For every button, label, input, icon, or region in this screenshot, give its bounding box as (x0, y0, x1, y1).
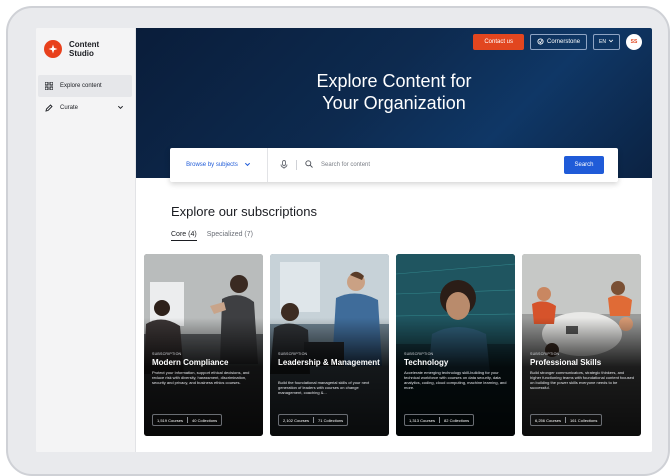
card-overlay (522, 254, 641, 436)
subscription-card-technology[interactable]: SUBSCRIPTION Technology Accelerate emerg… (396, 254, 515, 436)
language-select[interactable]: EN (593, 34, 620, 50)
browse-by-subjects-button[interactable]: Browse by subjects (170, 148, 268, 182)
top-bar: Contact us Cornerstone EN SS (473, 34, 642, 50)
cornerstone-label: Cornerstone (547, 39, 581, 45)
divider (313, 417, 315, 423)
card-kicker: SUBSCRIPTION (530, 352, 560, 356)
chevron-down-icon (244, 161, 251, 170)
sidebar-item-curate[interactable]: Curate (38, 97, 132, 119)
subscription-card-professional-skills[interactable]: SUBSCRIPTION Professional Skills Build s… (522, 254, 641, 436)
page-title-line1: Explore Content for (316, 71, 472, 91)
card-stats: 1,313 Courses 82 Collections (404, 414, 475, 426)
sidebar-item-explore-content[interactable]: Explore content (38, 75, 132, 97)
main-content: Contact us Cornerstone EN SS Explore Con… (136, 28, 652, 452)
card-description: Protect your information, support ethica… (152, 370, 250, 385)
card-kicker: SUBSCRIPTION (278, 352, 308, 356)
card-description: Build the foundational managerial skills… (278, 380, 370, 395)
collection-count: 82 Collections (444, 417, 470, 423)
collection-count: 40 Collections (192, 417, 218, 423)
card-title: Professional Skills (530, 358, 602, 367)
card-stats: 1,519 Courses 40 Collections (152, 414, 223, 426)
contact-us-button[interactable]: Contact us (473, 34, 525, 50)
chevron-down-icon (608, 38, 614, 46)
collection-count: 71 Collections (318, 417, 344, 423)
subscription-cards: SUBSCRIPTION Modern Compliance Protect y… (144, 254, 652, 436)
section-title: Explore our subscriptions (171, 204, 317, 219)
subscription-card-modern-compliance[interactable]: SUBSCRIPTION Modern Compliance Protect y… (144, 254, 263, 436)
card-overlay (270, 254, 389, 436)
brand-name-line2: Studio (69, 49, 94, 58)
brand[interactable]: Content Studio (44, 40, 99, 58)
card-kicker: SUBSCRIPTION (404, 352, 434, 356)
divider (565, 417, 567, 423)
course-count: 1,519 Courses (157, 417, 184, 423)
brand-name-line1: Content (69, 40, 100, 49)
language-value: EN (599, 39, 606, 45)
card-overlay (396, 254, 515, 436)
app-screen: Content Studio Explore content Curate Co… (36, 28, 652, 452)
card-description: Accelerate emerging technology skill-bui… (404, 370, 507, 390)
card-title: Technology (404, 358, 449, 367)
tab-specialized[interactable]: Specialized (7) (207, 231, 253, 241)
search-icon (305, 160, 313, 170)
search-button[interactable]: Search (564, 156, 604, 174)
card-title: Modern Compliance (152, 358, 229, 367)
card-stats: 2,102 Courses 71 Collections (278, 414, 349, 426)
sidebar-item-label: Curate (60, 105, 79, 111)
cornerstone-button[interactable]: Cornerstone (530, 34, 588, 50)
card-title: Leadership & Management (278, 358, 380, 367)
course-count: 1,313 Courses (409, 417, 436, 423)
sidebar-item-label: Explore content (60, 83, 102, 89)
subscription-tabs: Core (4) Specialized (7) (171, 231, 253, 241)
page-title: Explore Content for Your Organization (136, 70, 652, 114)
grid-icon (44, 81, 54, 91)
pen-icon (44, 103, 54, 113)
cornerstone-icon (537, 37, 544, 47)
card-description: Build stronger communicators, strategic … (530, 370, 635, 390)
subscription-card-leadership-management[interactable]: SUBSCRIPTION Leadership & Management Bui… (270, 254, 389, 436)
search-bar: Browse by subjects Search for content Se… (170, 148, 618, 182)
divider (296, 160, 297, 170)
chevron-down-icon[interactable] (117, 104, 124, 113)
search-field[interactable]: Search for content (268, 159, 564, 171)
spark-icon (44, 40, 62, 58)
page-title-line2: Your Organization (322, 93, 466, 113)
sidebar: Content Studio Explore content Curate (36, 28, 136, 452)
card-overlay (144, 254, 263, 436)
brand-name: Content Studio (69, 40, 99, 58)
course-count: 6,256 Courses (535, 417, 562, 423)
card-stats: 6,256 Courses 161 Collections (530, 414, 603, 426)
avatar[interactable]: SS (626, 34, 642, 50)
collection-count: 161 Collections (570, 417, 598, 423)
divider (439, 417, 441, 423)
tablet-frame: Content Studio Explore content Curate Co… (6, 6, 670, 476)
divider (187, 417, 189, 423)
microphone-icon[interactable] (280, 159, 288, 171)
card-kicker: SUBSCRIPTION (152, 352, 182, 356)
browse-label: Browse by subjects (186, 162, 238, 168)
search-input[interactable]: Search for content (321, 162, 370, 168)
tab-core[interactable]: Core (4) (171, 231, 197, 241)
course-count: 2,102 Courses (283, 417, 310, 423)
